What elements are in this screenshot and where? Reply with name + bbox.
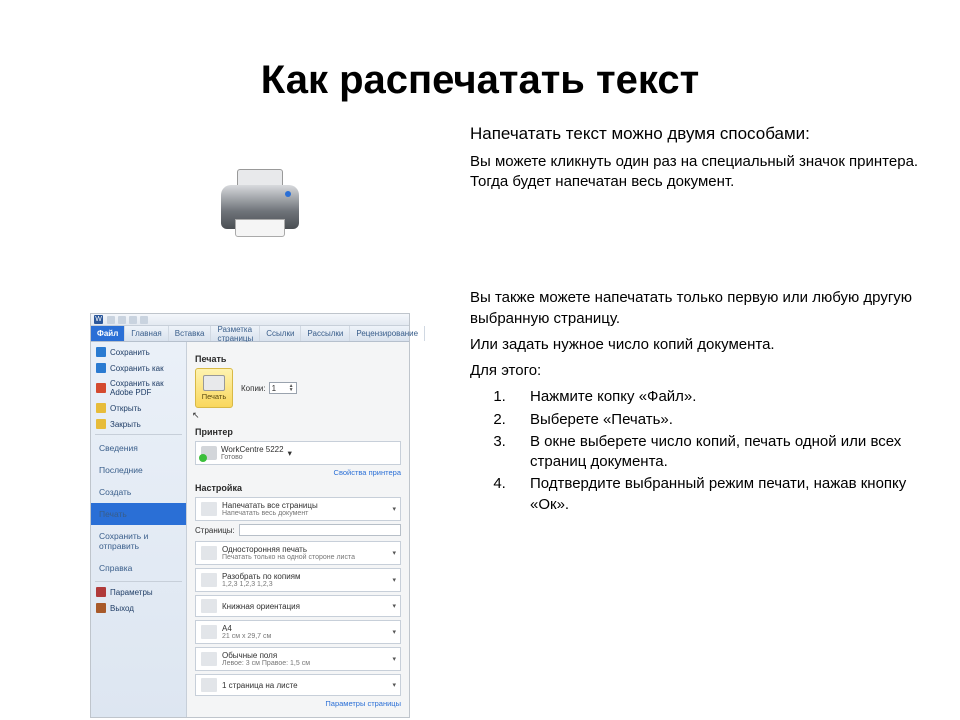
opt-print-all[interactable]: Напечатать все страницыНапечатать весь д… — [195, 497, 401, 521]
pages-label: Страницы: — [195, 526, 235, 535]
printer-illustration — [215, 163, 305, 253]
sidebar-item-recent[interactable]: Последние — [91, 459, 186, 481]
word-app-icon: W — [94, 315, 103, 324]
cursor-icon: ↖ — [192, 410, 401, 421]
step-1: Нажмите копку «Файл». — [510, 387, 920, 407]
ribbon-tabs: Файл Главная Вставка Разметка страницы С… — [91, 326, 409, 342]
printer-properties-link[interactable]: Свойства принтера — [195, 468, 401, 477]
print-panel: Печать Печать Копии: 1 ▲▼ — [187, 342, 409, 717]
printer-heading: Принтер — [195, 427, 401, 437]
paragraph-2b: Или задать нужное число копий документа. — [470, 335, 920, 355]
chevron-down-icon: ▾ — [392, 628, 396, 636]
tab-links[interactable]: Ссылки — [260, 326, 301, 341]
sidebar-item-close[interactable]: Закрыть — [91, 416, 186, 432]
step-3: В окне выберете число копий, печать одно… — [510, 432, 920, 473]
tab-insert[interactable]: Вставка — [169, 326, 212, 341]
tab-review[interactable]: Рецензирование — [350, 326, 425, 341]
lead-text: Напечатать текст можно двумя способами: — [470, 123, 920, 146]
pages-icon — [201, 502, 217, 516]
page-setup-link[interactable]: Параметры страницы — [195, 699, 401, 708]
options-icon — [96, 587, 106, 597]
open-icon — [96, 403, 106, 413]
exit-icon — [96, 603, 106, 613]
settings-heading: Настройка — [195, 483, 401, 493]
sidebar-item-help[interactable]: Справка — [91, 557, 186, 579]
orientation-icon — [201, 599, 217, 613]
print-heading: Печать — [195, 354, 401, 364]
print-button[interactable]: Печать — [195, 368, 233, 408]
steps-list: Нажмите копку «Файл». Выберете «Печать».… — [510, 387, 920, 515]
margins-icon — [201, 652, 217, 666]
collate-icon — [201, 573, 217, 587]
chevron-down-icon: ▾ — [392, 681, 396, 689]
paragraph-1: Вы можете кликнуть один раз на специальн… — [470, 152, 920, 193]
printer-status-icon — [201, 446, 217, 460]
quick-access-toolbar — [107, 316, 148, 324]
pages-input[interactable] — [239, 524, 401, 536]
sheet-icon — [201, 678, 217, 692]
sidebar-item-share[interactable]: Сохранить и отправить — [91, 525, 186, 557]
paper-icon — [201, 625, 217, 639]
sidebar-item-print[interactable]: Печать — [91, 503, 186, 525]
page-title: Как распечатать текст — [0, 0, 960, 103]
chevron-down-icon: ▾ — [392, 505, 396, 513]
sidebar-item-save-pdf[interactable]: Сохранить как Adobe PDF — [91, 376, 186, 400]
save-as-icon — [96, 363, 106, 373]
step-4: Подтвердите выбранный режим печати, нажа… — [510, 474, 920, 515]
tab-home[interactable]: Главная — [125, 326, 168, 341]
opt-pages-per-sheet[interactable]: 1 страница на листе ▾ — [195, 674, 401, 696]
paragraph-2a: Вы также можете напечатать только первую… — [470, 288, 920, 329]
page-icon — [201, 546, 217, 560]
opt-margins[interactable]: Обычные поляЛевое: 3 см Правое: 1,5 см ▾ — [195, 647, 401, 671]
sidebar-item-save[interactable]: Сохранить — [91, 344, 186, 360]
close-icon — [96, 419, 106, 429]
pdf-icon — [96, 383, 106, 393]
chevron-down-icon: ▾ — [392, 602, 396, 610]
chevron-down-icon: ▾ — [392, 576, 396, 584]
word-print-screenshot: W Файл Главная Вставка Разметка страницы… — [90, 313, 410, 718]
chevron-down-icon: ▾ — [288, 448, 292, 459]
sidebar-item-exit[interactable]: Выход — [91, 600, 186, 616]
copies-stepper[interactable]: 1 ▲▼ — [269, 382, 297, 394]
paragraph-2c: Для этого: — [470, 361, 920, 381]
step-2: Выберете «Печать». — [510, 410, 920, 430]
sidebar-item-options[interactable]: Параметры — [91, 584, 186, 600]
chevron-down-icon: ▾ — [392, 549, 396, 557]
opt-orientation[interactable]: Книжная ориентация ▾ — [195, 595, 401, 617]
chevron-down-icon: ▾ — [392, 655, 396, 663]
opt-one-sided[interactable]: Односторонняя печатьПечатать только на о… — [195, 541, 401, 565]
sidebar-item-open[interactable]: Открыть — [91, 400, 186, 416]
tab-file[interactable]: Файл — [91, 326, 125, 341]
opt-paper-size[interactable]: A421 см x 29,7 см ▾ — [195, 620, 401, 644]
printer-icon — [203, 375, 225, 391]
save-icon — [96, 347, 106, 357]
copies-label: Копии: — [241, 384, 266, 393]
opt-collate[interactable]: Разобрать по копиям1,2,3 1,2,3 1,2,3 ▾ — [195, 568, 401, 592]
sidebar-item-save-as[interactable]: Сохранить как — [91, 360, 186, 376]
backstage-sidebar: Сохранить Сохранить как Сохранить как Ad… — [91, 342, 187, 717]
printer-select[interactable]: WorkCentre 5222 Готово ▾ — [195, 441, 401, 465]
tab-mail[interactable]: Рассылки — [301, 326, 350, 341]
sidebar-item-info[interactable]: Сведения — [91, 437, 186, 459]
tab-layout[interactable]: Разметка страницы — [211, 326, 260, 341]
sidebar-item-new[interactable]: Создать — [91, 481, 186, 503]
